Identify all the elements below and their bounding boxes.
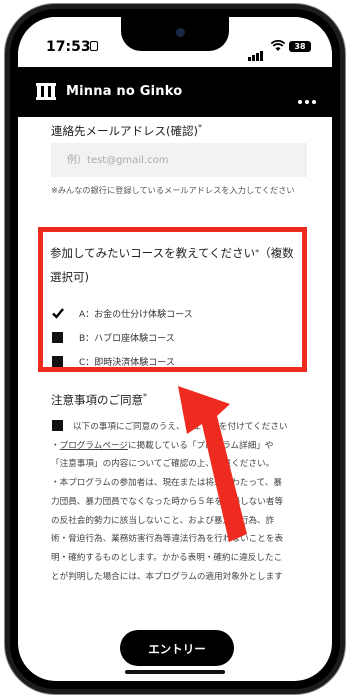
- checkbox[interactable]: [52, 356, 63, 367]
- program-page-link[interactable]: プログラムページ: [60, 441, 128, 451]
- required-mark: *: [143, 392, 147, 401]
- phone-screen: 17:53 38 Minna no Ginko 連絡先メールアドレス(確認)* …: [18, 17, 332, 681]
- email-confirm-input[interactable]: [51, 143, 307, 177]
- form-content: 連絡先メールアドレス(確認)* ※みんなの銀行に登録しているメールアドレスを入力…: [18, 117, 332, 681]
- course-option-label: A：お金の仕分け体験コース: [79, 310, 193, 320]
- signal-icon: [248, 42, 264, 61]
- arrow-icon: [178, 386, 247, 542]
- checkbox[interactable]: [52, 332, 63, 343]
- brand-name: Minna no Ginko: [66, 84, 183, 99]
- checkbox-checked[interactable]: [52, 308, 64, 319]
- wifi-icon: [271, 40, 285, 51]
- camera-icon: [176, 28, 185, 37]
- status-time: 17:53: [46, 39, 91, 55]
- required-mark: *: [197, 123, 202, 132]
- entry-button[interactable]: エントリー: [120, 630, 234, 666]
- menu-dots-icon[interactable]: [295, 89, 316, 108]
- email-note: ※みんなの銀行に登録しているメールアドレスを入力してください: [51, 185, 295, 195]
- consent-title: 注意事項のご同意*: [51, 392, 147, 407]
- check-icon: [52, 308, 64, 319]
- consent-line: 明・確約するものとします。かかる表明・確約に違反したこ: [51, 552, 283, 563]
- battery-icon: 38: [289, 41, 311, 52]
- phone-frame: 17:53 38 Minna no Ginko 連絡先メールアドレス(確認)* …: [5, 4, 345, 694]
- course-question: 参加してみたいコースを教えてください*（複数選択可): [50, 246, 294, 284]
- email-confirm-label: 連絡先メールアドレス(確認)*: [51, 123, 202, 138]
- consent-line: とが判明した場合には、本プログラムの適用対象外とします: [51, 571, 283, 582]
- logo-mark-icon: [36, 83, 56, 100]
- app-header: Minna no Ginko: [18, 67, 332, 117]
- notch: [121, 17, 229, 51]
- orientation-lock-icon: [90, 41, 98, 51]
- home-indicator: [125, 670, 225, 674]
- course-option-label: C：即時決済体験コース: [79, 358, 175, 368]
- course-option-label: B：ハブロ座体験コース: [79, 334, 175, 344]
